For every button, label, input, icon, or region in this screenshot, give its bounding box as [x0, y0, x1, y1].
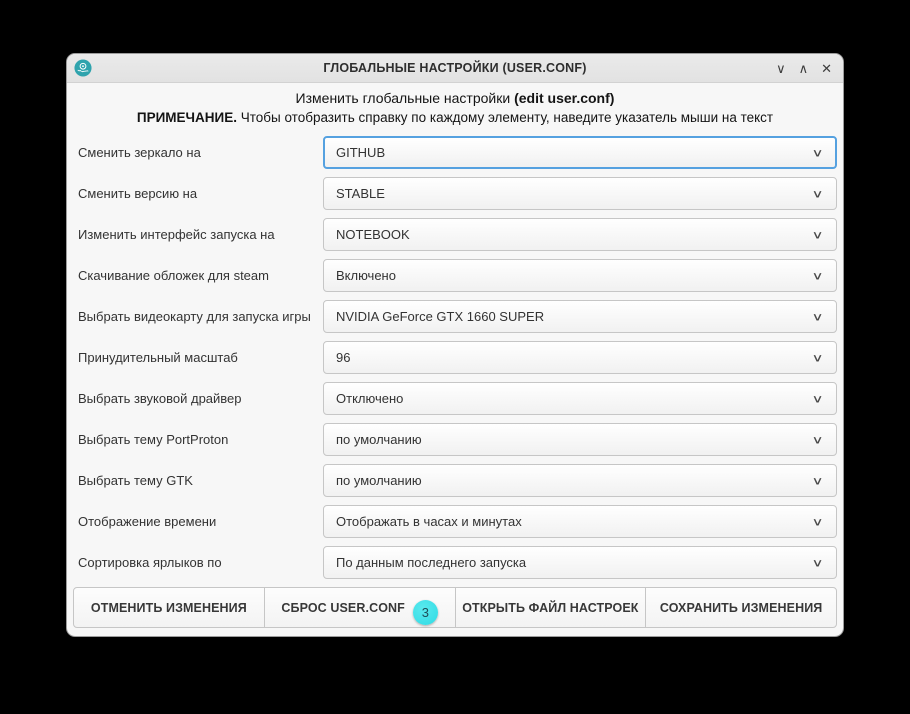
- version-select[interactable]: STABLE ∨: [323, 177, 837, 210]
- row-portproton-theme: Выбрать тему PortProton по умолчанию ∨: [73, 423, 837, 456]
- row-mirror: Сменить зеркало на GITHUB ∨: [73, 136, 837, 169]
- reset-count-badge: 3: [413, 600, 438, 625]
- row-launch-interface: Изменить интерфейс запуска на NOTEBOOK ∨: [73, 218, 837, 251]
- chevron-down-icon: ∨: [812, 146, 824, 159]
- gtk-theme-value: по умолчанию: [336, 473, 813, 488]
- forced-scale-value: 96: [336, 350, 813, 365]
- time-display-select[interactable]: Отображать в часах и минутах ∨: [323, 505, 837, 538]
- time-display-value: Отображать в часах и минутах: [336, 514, 813, 529]
- steam-covers-value: Включено: [336, 268, 813, 283]
- row-gtk-theme: Выбрать тему GTK по умолчанию ∨: [73, 464, 837, 497]
- row-sound-driver: Выбрать звуковой драйвер Отключено ∨: [73, 382, 837, 415]
- portproton-theme-value: по умолчанию: [336, 432, 813, 447]
- open-settings-file-button[interactable]: ОТКРЫТЬ ФАЙЛ НАСТРОЕК: [455, 587, 647, 628]
- launch-interface-label: Изменить интерфейс запуска на: [73, 227, 323, 242]
- header-line2-text: Чтобы отобразить справку по каждому элем…: [237, 110, 773, 125]
- sound-driver-select[interactable]: Отключено ∨: [323, 382, 837, 415]
- chevron-down-icon: ∨: [812, 392, 824, 405]
- sound-driver-label: Выбрать звуковой драйвер: [73, 391, 323, 406]
- row-time-display: Отображение времени Отображать в часах и…: [73, 505, 837, 538]
- titlebar[interactable]: ГЛОБАЛЬНЫЕ НАСТРОЙКИ (USER.CONF) ∨ ∧ ✕: [67, 54, 843, 83]
- forced-scale-select[interactable]: 96 ∨: [323, 341, 837, 374]
- reset-userconf-button[interactable]: СБРОС USER.CONF 3: [264, 587, 456, 628]
- shortcut-sort-value: По данным последнего запуска: [336, 555, 813, 570]
- mirror-select[interactable]: GITHUB ∨: [323, 136, 837, 169]
- row-shortcut-sort: Сортировка ярлыков по По данным последне…: [73, 546, 837, 579]
- chevron-down-icon: ∨: [812, 351, 824, 364]
- reset-userconf-label: СБРОС USER.CONF: [281, 601, 405, 615]
- mirror-value: GITHUB: [336, 145, 813, 160]
- save-changes-button[interactable]: СОХРАНИТЬ ИЗМЕНЕНИЯ: [645, 587, 837, 628]
- chevron-down-icon: ∨: [812, 187, 824, 200]
- cancel-changes-label: ОТМЕНИТЬ ИЗМЕНЕНИЯ: [91, 601, 247, 615]
- maximize-icon[interactable]: ∧: [799, 62, 809, 75]
- launch-interface-value: NOTEBOOK: [336, 227, 813, 242]
- gpu-value: NVIDIA GeForce GTX 1660 SUPER: [336, 309, 813, 324]
- row-forced-scale: Принудительный масштаб 96 ∨: [73, 341, 837, 374]
- portproton-app-icon: [74, 59, 92, 77]
- portproton-theme-label: Выбрать тему PortProton: [73, 432, 323, 447]
- mirror-label: Сменить зеркало на: [73, 145, 323, 160]
- chevron-down-icon: ∨: [812, 433, 824, 446]
- minimize-icon[interactable]: ∨: [776, 62, 786, 75]
- header-note: Изменить глобальные настройки (edit user…: [67, 83, 843, 126]
- chevron-down-icon: ∨: [812, 556, 824, 569]
- version-value: STABLE: [336, 186, 813, 201]
- row-gpu: Выбрать видеокарту для запуска игры NVID…: [73, 300, 837, 333]
- open-settings-file-label: ОТКРЫТЬ ФАЙЛ НАСТРОЕК: [462, 601, 638, 615]
- shortcut-sort-label: Сортировка ярлыков по: [73, 555, 323, 570]
- window-title: ГЛОБАЛЬНЫЕ НАСТРОЙКИ (USER.CONF): [323, 61, 586, 75]
- portproton-theme-select[interactable]: по умолчанию ∨: [323, 423, 837, 456]
- launch-interface-select[interactable]: NOTEBOOK ∨: [323, 218, 837, 251]
- version-label: Сменить версию на: [73, 186, 323, 201]
- row-steam-covers: Скачивание обложек для steam Включено ∨: [73, 259, 837, 292]
- steam-covers-select[interactable]: Включено ∨: [323, 259, 837, 292]
- chevron-down-icon: ∨: [812, 310, 824, 323]
- forced-scale-label: Принудительный масштаб: [73, 350, 323, 365]
- gtk-theme-label: Выбрать тему GTK: [73, 473, 323, 488]
- chevron-down-icon: ∨: [812, 474, 824, 487]
- chevron-down-icon: ∨: [812, 515, 824, 528]
- row-version: Сменить версию на STABLE ∨: [73, 177, 837, 210]
- sound-driver-value: Отключено: [336, 391, 813, 406]
- shortcut-sort-select[interactable]: По данным последнего запуска ∨: [323, 546, 837, 579]
- gpu-select[interactable]: NVIDIA GeForce GTX 1660 SUPER ∨: [323, 300, 837, 333]
- close-icon[interactable]: ✕: [821, 62, 832, 75]
- header-line-1: Изменить глобальные настройки (edit user…: [67, 90, 843, 107]
- header-line1-bold: (edit user.conf): [514, 90, 614, 106]
- footer-button-bar: ОТМЕНИТЬ ИЗМЕНЕНИЯ СБРОС USER.CONF 3 ОТК…: [73, 587, 837, 628]
- chevron-down-icon: ∨: [812, 269, 824, 282]
- global-settings-window: ГЛОБАЛЬНЫЕ НАСТРОЙКИ (USER.CONF) ∨ ∧ ✕ И…: [66, 53, 844, 637]
- time-display-label: Отображение времени: [73, 514, 323, 529]
- header-line-2: ПРИМЕЧАНИЕ. Чтобы отобразить справку по …: [67, 109, 843, 126]
- header-line1-text: Изменить глобальные настройки: [296, 90, 515, 106]
- gpu-label: Выбрать видеокарту для запуска игры: [73, 309, 323, 324]
- cancel-changes-button[interactable]: ОТМЕНИТЬ ИЗМЕНЕНИЯ: [73, 587, 265, 628]
- settings-list: Сменить зеркало на GITHUB ∨ Сменить верс…: [67, 126, 843, 579]
- gtk-theme-select[interactable]: по умолчанию ∨: [323, 464, 837, 497]
- steam-covers-label: Скачивание обложек для steam: [73, 268, 323, 283]
- chevron-down-icon: ∨: [812, 228, 824, 241]
- save-changes-label: СОХРАНИТЬ ИЗМЕНЕНИЯ: [660, 601, 823, 615]
- header-line2-bold: ПРИМЕЧАНИЕ.: [137, 110, 237, 125]
